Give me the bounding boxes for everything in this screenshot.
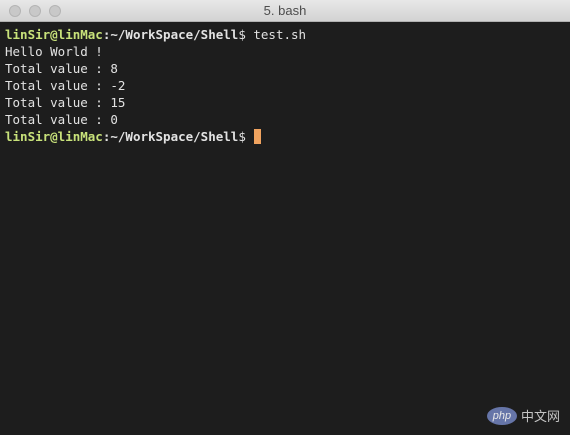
title-bar[interactable]: 5. bash xyxy=(0,0,570,22)
prompt-path: ~/WorkSpace/Shell xyxy=(110,129,239,144)
output-line: Hello World ! xyxy=(5,44,103,59)
command-text: test.sh xyxy=(245,27,307,42)
prompt-user-host: linSir@linMac xyxy=(5,129,103,144)
watermark-text: 中文网 xyxy=(520,410,560,425)
output-line: Total value : -2 xyxy=(5,78,126,93)
output-line: Total value : 15 xyxy=(5,95,126,110)
prompt-path: ~/WorkSpace/Shell xyxy=(110,27,239,42)
window-title: 5. bash xyxy=(263,3,307,18)
php-logo: php xyxy=(486,406,517,425)
terminal-window: 5. bash linSir@linMac:~/WorkSpace/Shell$… xyxy=(0,0,570,435)
prompt-user-host: linSir@linMac xyxy=(5,27,103,42)
output-line: Total value : 0 xyxy=(5,112,118,127)
text-cursor xyxy=(254,129,262,144)
prompt-symbol: $ xyxy=(238,129,254,144)
watermark: php 中文网 xyxy=(486,406,560,425)
output-line: Total value : 8 xyxy=(5,61,118,76)
terminal-content[interactable]: linSir@linMac:~/WorkSpace/Shell$ test.sh… xyxy=(0,22,570,435)
prompt-symbol: $ xyxy=(238,27,246,42)
prompt-line-1: linSir@linMac:~/WorkSpace/Shell$ test.sh xyxy=(5,26,570,43)
prompt-line-2: linSir@linMac:~/WorkSpace/Shell$ xyxy=(5,128,570,145)
